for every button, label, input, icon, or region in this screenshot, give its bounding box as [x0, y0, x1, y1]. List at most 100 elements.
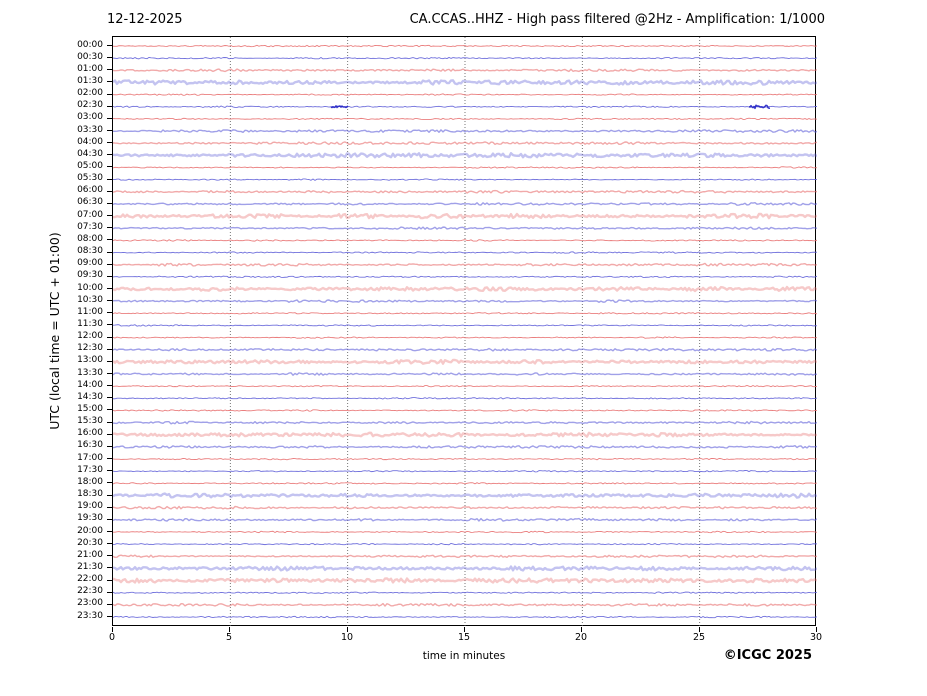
- y-tick-mark: [107, 397, 112, 398]
- seismogram-trace-0230: [113, 105, 817, 108]
- y-tick-label: 03:00: [77, 112, 103, 123]
- seismogram-trace-1930: [113, 517, 817, 522]
- y-tick-mark: [107, 227, 112, 228]
- seismogram-trace-0700: [113, 212, 817, 220]
- seismogram-trace-1100: [113, 312, 817, 315]
- y-tick-label: 00:30: [77, 51, 103, 62]
- y-tick-label: 03:30: [77, 124, 103, 135]
- y-tick-label: 06:30: [77, 197, 103, 208]
- y-tick-mark: [107, 543, 112, 544]
- seismogram-trace-1530: [113, 420, 817, 425]
- y-tick-mark: [107, 300, 112, 301]
- y-tick-mark: [107, 470, 112, 471]
- helicorder-page: { "header": { "date": "12-12-2025", "tit…: [0, 0, 927, 696]
- y-tick-mark: [107, 288, 112, 289]
- y-tick-mark: [107, 69, 112, 70]
- y-tick-mark: [107, 580, 112, 581]
- y-tick-label: 08:00: [77, 233, 103, 244]
- y-tick-mark: [107, 179, 112, 180]
- y-tick-label: 15:30: [77, 416, 103, 427]
- seismogram-trace-0800: [113, 239, 817, 242]
- y-tick-mark: [107, 361, 112, 362]
- seismogram-trace-1700: [113, 457, 817, 461]
- y-tick-label: 17:00: [77, 452, 103, 463]
- y-tick-label: 01:00: [77, 63, 103, 74]
- y-tick-mark: [107, 166, 112, 167]
- x-tick-label: 25: [692, 632, 706, 643]
- y-tick-mark: [107, 385, 112, 386]
- y-tick-label: 19:00: [77, 501, 103, 512]
- y-tick-mark: [107, 531, 112, 532]
- y-tick-label: 00:00: [77, 39, 103, 50]
- seismic-event-burst: [330, 105, 349, 109]
- y-tick-mark: [107, 507, 112, 508]
- y-tick-label: 23:30: [77, 610, 103, 621]
- y-tick-mark: [107, 434, 112, 435]
- seismogram-trace-2130: [113, 565, 817, 572]
- seismogram-trace-2300: [113, 602, 817, 607]
- seismogram-trace-2000: [113, 530, 817, 534]
- seismogram-trace-1230: [113, 347, 817, 352]
- y-tick-label: 19:30: [77, 513, 103, 524]
- y-tick-label: 20:30: [77, 537, 103, 548]
- seismogram-trace-1000: [113, 285, 817, 293]
- y-tick-label: 22:30: [77, 586, 103, 597]
- y-tick-mark: [107, 409, 112, 410]
- y-tick-mark: [107, 142, 112, 143]
- seismogram-svg: [113, 37, 817, 627]
- y-tick-mark: [107, 422, 112, 423]
- y-tick-mark: [107, 57, 112, 58]
- y-tick-mark: [107, 312, 112, 313]
- y-tick-label: 16:00: [77, 428, 103, 439]
- y-tick-mark: [107, 130, 112, 131]
- seismogram-trace-0730: [113, 226, 817, 230]
- seismogram-trace-0900: [113, 262, 817, 267]
- y-tick-label: 07:00: [77, 209, 103, 220]
- y-tick-mark: [107, 94, 112, 95]
- plot-date: 12-12-2025: [107, 12, 183, 27]
- y-tick-mark: [107, 252, 112, 253]
- y-tick-mark: [107, 337, 112, 338]
- y-tick-label: 11:30: [77, 318, 103, 329]
- y-tick-label: 04:00: [77, 136, 103, 147]
- y-tick-mark: [107, 118, 112, 119]
- y-tick-mark: [107, 519, 112, 520]
- x-tick-label: 15: [457, 632, 471, 643]
- y-tick-label: 23:00: [77, 598, 103, 609]
- y-tick-label: 17:30: [77, 464, 103, 475]
- y-tick-label: 15:00: [77, 404, 103, 414]
- y-tick-mark: [107, 239, 112, 240]
- x-tick-label: 0: [108, 632, 116, 643]
- seismogram-trace-0600: [113, 189, 817, 194]
- y-tick-label: 02:30: [77, 100, 103, 111]
- y-tick-mark: [107, 215, 112, 216]
- y-tick-mark: [107, 555, 112, 556]
- y-tick-mark: [107, 264, 112, 265]
- y-tick-mark: [107, 616, 112, 617]
- y-tick-label: 21:00: [77, 549, 103, 560]
- seismogram-trace-0100: [113, 68, 817, 73]
- y-tick-mark: [107, 191, 112, 192]
- y-tick-label: 01:30: [77, 75, 103, 86]
- y-tick-label: 16:30: [77, 440, 103, 451]
- seismogram-trace-1630: [113, 444, 817, 449]
- x-tick-label: 30: [809, 632, 823, 643]
- y-tick-mark: [107, 373, 112, 374]
- y-tick-label: 13:30: [77, 367, 103, 378]
- y-tick-label: 05:00: [77, 161, 103, 171]
- y-tick-mark: [107, 106, 112, 107]
- y-tick-mark: [107, 81, 112, 82]
- x-tick-label: 10: [340, 632, 354, 643]
- y-tick-label: 07:30: [77, 221, 103, 232]
- y-tick-label: 10:30: [77, 294, 103, 305]
- y-tick-label: 06:00: [77, 185, 103, 196]
- y-tick-mark: [107, 349, 112, 350]
- y-tick-label: 09:30: [77, 270, 103, 281]
- y-tick-mark: [107, 324, 112, 325]
- chart-title: CA.CCAS..HHZ - High pass filtered @2Hz -…: [409, 12, 825, 27]
- y-tick-mark: [107, 567, 112, 568]
- seismogram-trace-1300: [113, 358, 817, 365]
- y-tick-mark: [107, 482, 112, 483]
- y-tick-label: 12:30: [77, 343, 103, 354]
- y-tick-label: 08:30: [77, 246, 103, 256]
